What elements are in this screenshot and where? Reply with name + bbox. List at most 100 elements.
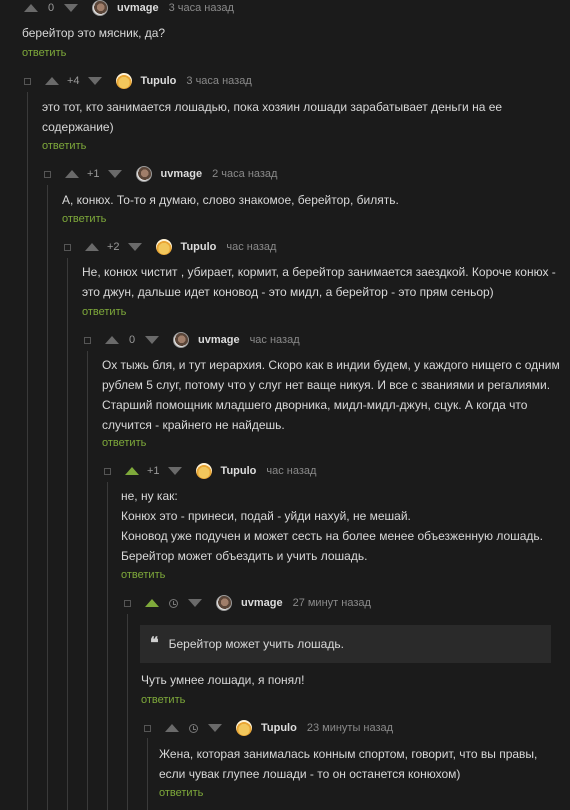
comment-time[interactable]: 27 минут назад — [293, 597, 371, 609]
comment-author[interactable]: Tupulo — [221, 465, 257, 477]
comment-text-line: это тот, кто занимается лошадью, пока хо… — [42, 100, 503, 114]
comment-text-line: А, конюх. То-то я думаю, слово знакомое,… — [62, 193, 399, 207]
comment-rating: 0 — [128, 334, 136, 346]
downvote-icon[interactable] — [87, 77, 102, 85]
comment-body: Не, конюх чистит , убирает, кормит, а бе… — [82, 262, 556, 302]
avatar[interactable] — [195, 463, 212, 479]
comment-header: 0 uvmage час назад — [84, 331, 300, 349]
comment-time[interactable]: 3 часа назад — [186, 75, 251, 87]
thread-line — [67, 258, 68, 810]
upvote-icon[interactable] — [105, 336, 119, 344]
comment-body: берейтор это мясник, да? — [22, 23, 165, 43]
comment-text-line: Старший помощник младшего дворника, мидл… — [102, 398, 528, 412]
clock-icon — [169, 598, 178, 608]
downvote-icon[interactable] — [107, 170, 122, 178]
downvote-icon[interactable] — [167, 467, 182, 475]
reply-button[interactable]: ответить — [159, 787, 203, 799]
comment-body: это тот, кто занимается лошадью, пока хо… — [42, 97, 502, 137]
comment-header: +1 Tupulo час назад — [104, 462, 316, 480]
reply-button[interactable]: ответить — [82, 306, 126, 318]
avatar[interactable] — [115, 73, 132, 89]
upvote-icon[interactable] — [45, 77, 59, 85]
comment-rating: 0 — [47, 2, 55, 14]
reply-button[interactable]: ответить — [102, 437, 146, 449]
comment-header: +1 uvmage 2 часа назад — [44, 165, 277, 183]
avatar[interactable] — [92, 0, 108, 16]
avatar[interactable] — [173, 332, 189, 348]
upvote-icon[interactable] — [24, 4, 38, 12]
collapse-icon[interactable] — [44, 170, 51, 178]
comment-text-line: Коновод уже подучен и может сесть на бол… — [121, 529, 544, 543]
comment-rating: +2 — [107, 241, 120, 253]
thread-line — [87, 351, 88, 810]
upvote-icon[interactable] — [145, 599, 159, 607]
collapse-icon[interactable] — [104, 467, 111, 475]
reply-button[interactable]: ответить — [62, 213, 106, 225]
reply-button[interactable]: ответить — [121, 569, 165, 581]
comment-text-line: случится - крайнего не найдешь. — [102, 418, 285, 432]
thread-line — [127, 614, 128, 810]
upvote-icon[interactable] — [125, 467, 139, 475]
thread-line — [27, 92, 28, 810]
comment-time[interactable]: 2 часа назад — [212, 168, 277, 180]
reply-button[interactable]: ответить — [141, 694, 185, 706]
comment-rating: +1 — [147, 465, 160, 477]
collapse-icon[interactable] — [144, 724, 151, 732]
downvote-icon[interactable] — [188, 599, 202, 607]
comment-author[interactable]: Tupulo — [261, 722, 297, 734]
comment-time[interactable]: 23 минуты назад — [307, 722, 393, 734]
upvote-icon[interactable] — [85, 243, 99, 251]
comment-header: uvmage 27 минут назад — [124, 594, 371, 612]
comment-body: Ох тыжь бля, и тут иерархия. Скоро как в… — [102, 355, 560, 435]
comment-author[interactable]: Tupulo — [181, 241, 217, 253]
comment-text-line: Конюх это - принеси, подай - уйди нахуй,… — [121, 509, 411, 523]
comment-header: 0 uvmage 3 часа назад — [24, 0, 234, 17]
comment-author[interactable]: Tupulo — [141, 75, 177, 87]
comment-author[interactable]: uvmage — [117, 2, 159, 14]
comment-author[interactable]: uvmage — [198, 334, 240, 346]
collapse-icon[interactable] — [64, 243, 71, 251]
reply-button[interactable]: ответить — [42, 140, 86, 152]
comment-rating: +1 — [87, 168, 100, 180]
comment-header: +2 Tupulo час назад — [64, 238, 276, 256]
avatar[interactable] — [236, 720, 252, 736]
comment-text-line: Не, конюх чистит , убирает, кормит, а бе… — [82, 265, 556, 279]
comment-author[interactable]: uvmage — [161, 168, 203, 180]
downvote-icon[interactable] — [145, 336, 159, 344]
avatar[interactable] — [216, 595, 232, 611]
comment-body: не, ну как: Конюх это - принеси, подай -… — [121, 486, 543, 566]
comment-time[interactable]: час назад — [250, 334, 300, 346]
comment-rating: +4 — [67, 75, 80, 87]
comment-text-line: Чуть умнее лошади, я понял! — [141, 673, 305, 687]
comment-time[interactable]: 3 часа назад — [169, 2, 234, 14]
quote-block: ❝ Берейтор может учить лошадь. — [140, 625, 551, 663]
comment-time[interactable]: час назад — [266, 465, 316, 477]
comment-text-line: содержание) — [42, 120, 114, 134]
thread-line — [107, 482, 108, 810]
quote-icon: ❝ — [150, 635, 159, 652]
avatar[interactable] — [135, 166, 152, 182]
comment-text-line: Берейтор может объездить и учить лошадь. — [121, 549, 368, 563]
comment-text-line: если чувак глупее лошади - то он останет… — [159, 767, 461, 781]
comment-header: Tupulo 23 минуты назад — [144, 719, 393, 737]
comment-text-line: Ох тыжь бля, и тут иерархия. Скоро как в… — [102, 358, 560, 372]
avatar[interactable] — [155, 239, 172, 255]
comment-body: А, конюх. То-то я думаю, слово знакомое,… — [62, 190, 399, 210]
comment-time[interactable]: час назад — [226, 241, 276, 253]
downvote-icon[interactable] — [64, 4, 78, 12]
collapse-icon[interactable] — [124, 599, 131, 607]
downvote-icon[interactable] — [208, 724, 222, 732]
reply-button[interactable]: ответить — [22, 47, 66, 59]
upvote-icon[interactable] — [65, 170, 79, 178]
collapse-icon[interactable] — [84, 336, 91, 344]
comment-author[interactable]: uvmage — [241, 597, 283, 609]
comment-text-line: это джун, дальше идет коновод - это мидл… — [82, 285, 494, 299]
comment-body: Жена, которая занималась конным спортом,… — [159, 744, 537, 784]
clock-icon — [189, 723, 198, 733]
upvote-icon[interactable] — [165, 724, 179, 732]
downvote-icon[interactable] — [127, 243, 142, 251]
comment-body: Чуть умнее лошади, я понял! — [141, 670, 304, 690]
collapse-icon[interactable] — [24, 77, 31, 85]
comment-text-line: не, ну как: — [121, 489, 178, 503]
comment-text-line: берейтор это мясник, да? — [22, 26, 166, 40]
